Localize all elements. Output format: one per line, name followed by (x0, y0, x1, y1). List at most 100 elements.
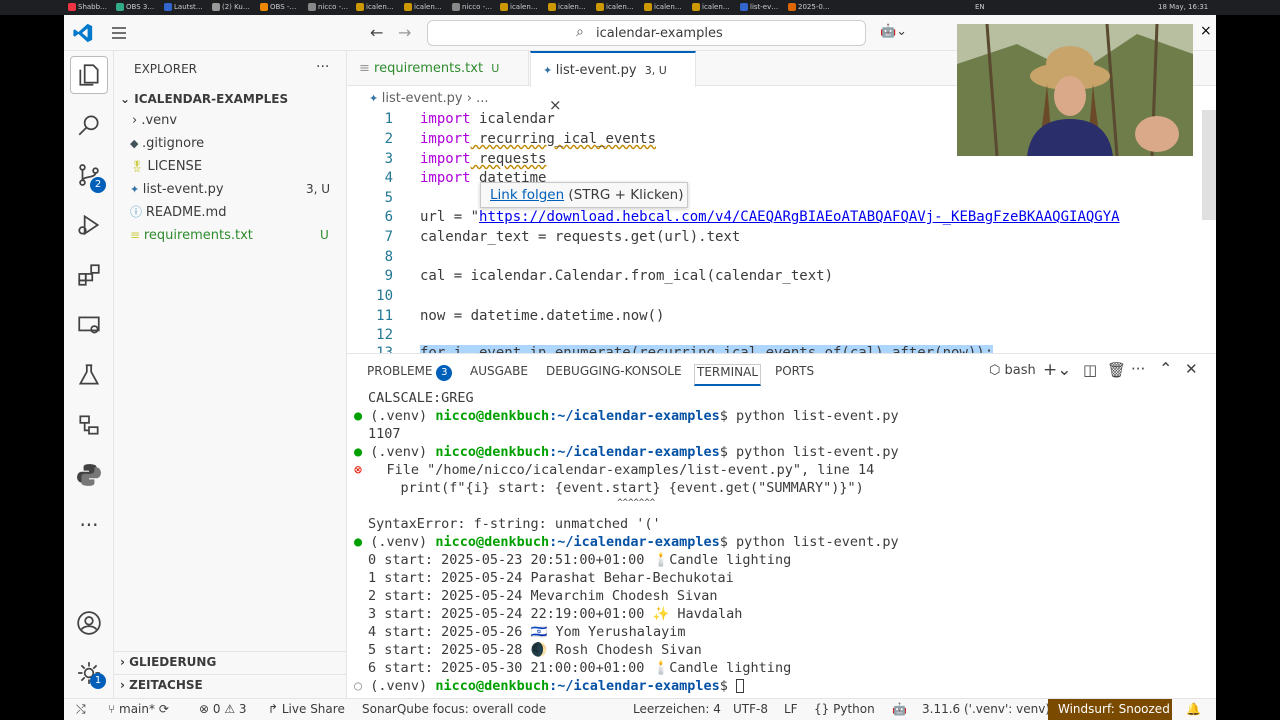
explorer-icon[interactable] (64, 51, 114, 99)
search-view-icon[interactable] (64, 101, 114, 149)
containers-icon[interactable] (64, 401, 114, 449)
terminal-profile[interactable]: ⬡ bash (989, 363, 1036, 378)
code-line[interactable]: calendar_text = requests.get(url).text (420, 229, 740, 245)
taskbar-item[interactable]: OBS -… (270, 3, 296, 11)
taskbar-app-icon[interactable] (212, 3, 220, 11)
remote-indicator-icon[interactable]: ⤭ (76, 702, 86, 717)
close-window-button[interactable]: × (1200, 23, 1212, 39)
tab-output[interactable]: AUSGABE (470, 364, 528, 378)
taskbar-item[interactable]: icalen… (606, 3, 634, 11)
taskbar-app-icon[interactable] (356, 3, 364, 11)
tree-item-requirements[interactable]: ≡ requirements.txt U (114, 224, 347, 247)
taskbar-item[interactable]: icalen… (510, 3, 538, 11)
tree-item-list-event[interactable]: ✦ list-event.py 3, U (114, 178, 347, 201)
taskbar-item[interactable]: nicco -… (462, 3, 492, 11)
branch-indicator[interactable]: ⑂ main* ⟳ (108, 702, 169, 716)
split-terminal-icon[interactable]: ◫ (1083, 361, 1097, 379)
follow-link[interactable]: Link folgen (490, 187, 564, 203)
manage-gear-icon[interactable]: 1 (64, 649, 114, 697)
taskbar-item[interactable]: (2) Ku… (222, 3, 250, 11)
python-icon[interactable] (64, 451, 114, 499)
code-line[interactable]: import recurring_ical_events (420, 131, 656, 147)
close-panel-icon[interactable]: ✕ (1185, 360, 1198, 378)
code-line[interactable]: import requests (420, 151, 546, 167)
workspace-root[interactable]: ⌄ ICALENDAR-EXAMPLES (114, 88, 347, 111)
tab-problems[interactable]: PROBLEME 3 (367, 364, 453, 381)
taskbar-app-icon[interactable] (452, 3, 460, 11)
command-center-search[interactable]: ⌕ icalendar-examples (427, 20, 866, 46)
taskbar-item[interactable]: icalen… (654, 3, 682, 11)
tree-item-readme[interactable]: ⓘ README.md (114, 201, 347, 224)
taskbar-app-icon[interactable] (692, 3, 700, 11)
taskbar-item[interactable]: icalen… (414, 3, 442, 11)
code-line[interactable]: import icalendar (420, 111, 555, 127)
taskbar-app-icon[interactable] (116, 3, 124, 11)
breadcrumb-rest[interactable]: ... (476, 91, 488, 106)
more-views-icon[interactable]: ··· (64, 501, 114, 549)
taskbar-item[interactable]: 2025-0… (798, 3, 830, 11)
back-arrow-icon[interactable]: ← (370, 23, 383, 42)
code-line[interactable]: now = datetime.datetime.now() (420, 308, 664, 324)
tab-requirements[interactable]: ≡ requirements.txt U (347, 51, 529, 86)
testing-icon[interactable] (64, 351, 114, 399)
trash-icon[interactable]: 🗑 (1107, 361, 1126, 379)
taskbar-app-icon[interactable] (308, 3, 316, 11)
taskbar-app-icon[interactable] (500, 3, 508, 11)
explorer-more-icon[interactable]: ··· (316, 59, 329, 75)
live-share[interactable]: ↱ Live Share (268, 702, 345, 716)
taskbar-app-icon[interactable] (596, 3, 604, 11)
taskbar-app-icon[interactable] (548, 3, 556, 11)
tab-ports[interactable]: PORTS (775, 364, 814, 378)
timeline-section[interactable]: › ZEITACHSE (114, 674, 347, 697)
copilot-status-icon[interactable]: 🤖 (892, 702, 907, 716)
taskbar-item[interactable]: icalen… (366, 3, 394, 11)
tree-item-license[interactable]: 🎖 LICENSE (114, 155, 347, 178)
code-line[interactable]: for i, event in enumerate(recurring_ical… (420, 345, 994, 353)
sonarqube-status[interactable]: SonarQube focus: overall code (362, 702, 546, 716)
editor-scrollbar[interactable] (1202, 110, 1216, 220)
taskbar-item[interactable]: icalen… (702, 3, 730, 11)
url-link[interactable]: https://download.hebcal.com/v4/CAEQARgBI… (479, 209, 1120, 225)
eol-status[interactable]: LF (784, 702, 798, 716)
tree-item-venv[interactable]: › .venv (114, 109, 347, 132)
menu-icon[interactable] (110, 24, 128, 42)
run-debug-icon[interactable] (64, 201, 114, 249)
taskbar-item[interactable]: list-ev… (750, 3, 778, 11)
notifications-bell-icon[interactable]: 🔔 (1186, 702, 1201, 716)
tab-debug-console[interactable]: DEBUGGING-KONSOLE (546, 364, 682, 378)
source-control-icon[interactable]: 2 (64, 151, 114, 199)
account-icon[interactable] (64, 599, 114, 647)
tab-list-event[interactable]: ✦ list-event.py 3, U × (530, 51, 696, 114)
outline-section[interactable]: › GLIEDERUNG (114, 651, 347, 674)
python-interpreter[interactable]: 3.11.6 ('.venv': venv) (922, 702, 1050, 716)
language-mode[interactable]: {} Python (814, 702, 875, 716)
extensions-icon[interactable] (64, 251, 114, 299)
taskbar-app-icon[interactable] (788, 3, 796, 11)
taskbar-app-icon[interactable] (260, 3, 268, 11)
taskbar-app-icon[interactable] (68, 3, 76, 11)
keyboard-layout[interactable]: EN (975, 3, 985, 11)
taskbar-app-icon[interactable] (164, 3, 172, 11)
taskbar-item[interactable]: icalen… (558, 3, 586, 11)
taskbar-app-icon[interactable] (740, 3, 748, 11)
taskbar-app-icon[interactable] (404, 3, 412, 11)
tree-item-gitignore[interactable]: ◆ .gitignore (114, 132, 347, 155)
code-line[interactable]: url = "https://download.hebcal.com/v4/CA… (420, 209, 1150, 225)
remote-explorer-icon[interactable] (64, 301, 114, 349)
indentation-status[interactable]: Leerzeichen: 4 (633, 702, 721, 716)
taskbar-item[interactable]: Shabb… (78, 3, 107, 11)
problems-indicator[interactable]: ⊗ 0 ⚠ 3 (199, 702, 247, 716)
breadcrumb-file[interactable]: list-event.py (382, 91, 463, 106)
taskbar-item[interactable]: Lautst… (174, 3, 203, 11)
maximize-panel-icon[interactable]: ⌃ (1159, 359, 1172, 378)
taskbar-item[interactable]: nicco -… (318, 3, 348, 11)
taskbar-app-icon[interactable] (644, 3, 652, 11)
encoding-status[interactable]: UTF-8 (733, 702, 768, 716)
forward-arrow-icon[interactable]: → (398, 23, 411, 42)
taskbar-item[interactable]: OBS 3… (126, 3, 154, 11)
tab-terminal[interactable]: TERMINAL (694, 364, 762, 386)
windsurf-status[interactable]: Windsurf: Snoozed (1048, 699, 1172, 720)
more-actions-icon[interactable]: ··· (1131, 360, 1145, 378)
code-line[interactable]: cal = icalendar.Calendar.from_ical(calen… (420, 268, 833, 284)
copilot-icon[interactable]: 🤖⌄ (880, 24, 907, 39)
